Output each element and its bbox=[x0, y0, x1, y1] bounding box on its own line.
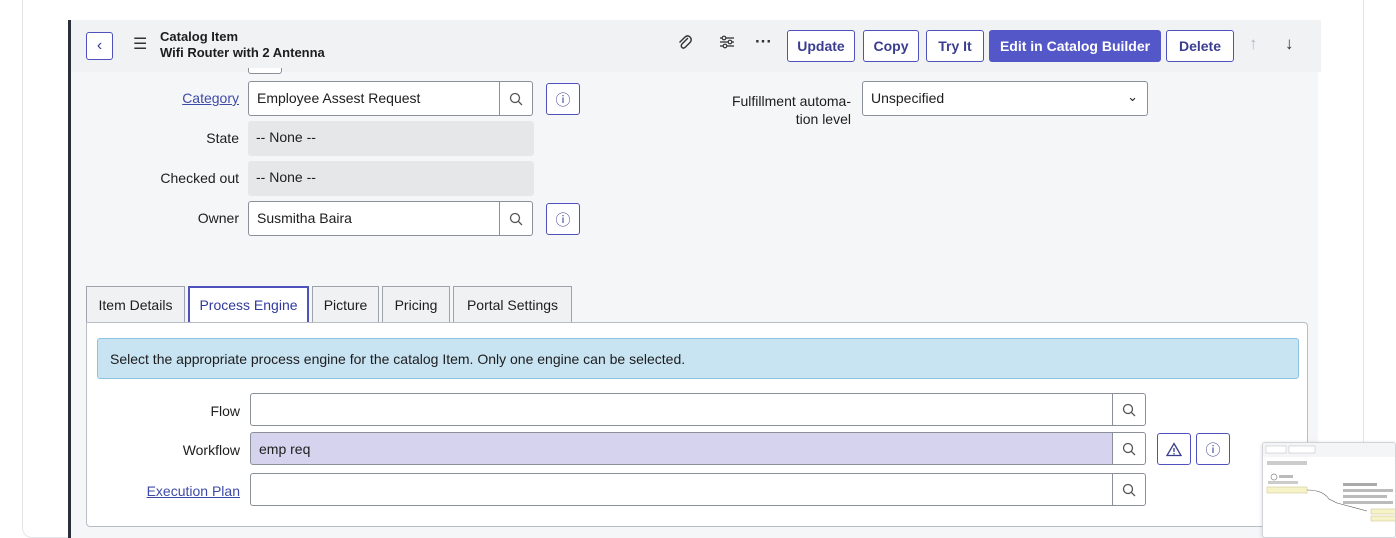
more-options-icon[interactable]: ··· bbox=[755, 32, 772, 52]
workflow-info-button[interactable]: ⓘ bbox=[1196, 433, 1230, 465]
arrow-down-icon[interactable]: ↓ bbox=[1285, 34, 1294, 54]
paperclip-icon[interactable] bbox=[677, 34, 693, 57]
record-type-label: Catalog Item bbox=[160, 29, 239, 44]
owner-field[interactable]: Susmitha Baira bbox=[248, 201, 502, 236]
fulfillment-label-line2: tion level bbox=[795, 111, 851, 127]
workflow-field[interactable]: emp req bbox=[250, 432, 1115, 465]
search-icon bbox=[1122, 442, 1136, 455]
checked-out-label: Checked out bbox=[160, 170, 239, 186]
tab-pricing[interactable]: Pricing bbox=[382, 286, 450, 322]
execution-plan-label[interactable]: Execution Plan bbox=[127, 483, 240, 499]
execution-plan-search-button[interactable] bbox=[1112, 473, 1146, 506]
back-button[interactable]: ‹ bbox=[86, 32, 113, 60]
page-title: Catalog Item Wifi Router with 2 Antenna bbox=[160, 29, 325, 61]
checked-out-field: -- None -- bbox=[248, 161, 534, 196]
copy-button[interactable]: Copy bbox=[863, 30, 919, 62]
info-icon: ⓘ bbox=[555, 211, 571, 229]
category-info-button[interactable]: ⓘ bbox=[546, 83, 580, 115]
edit-catalog-builder-button[interactable]: Edit in Catalog Builder bbox=[989, 30, 1161, 62]
owner-label: Owner bbox=[197, 210, 239, 226]
search-icon bbox=[1122, 403, 1136, 416]
warning-icon bbox=[1166, 441, 1182, 456]
workflow-search-button[interactable] bbox=[1112, 432, 1146, 465]
fulfillment-select[interactable]: Unspecified ⌄ bbox=[862, 81, 1148, 116]
state-label: State bbox=[206, 130, 239, 146]
info-icon: ⓘ bbox=[555, 91, 571, 109]
owner-info-button[interactable]: ⓘ bbox=[546, 203, 580, 235]
record-name-label: Wifi Router with 2 Antenna bbox=[160, 45, 325, 60]
arrow-up-icon[interactable]: ↑ bbox=[1249, 34, 1258, 54]
info-icon: ⓘ bbox=[1205, 441, 1221, 459]
flow-label: Flow bbox=[210, 403, 240, 419]
workflow-warning-button[interactable] bbox=[1157, 433, 1191, 465]
category-field[interactable]: Employee Assest Request bbox=[248, 81, 502, 116]
fulfillment-select-value: Unspecified bbox=[871, 90, 945, 106]
info-banner: Select the appropriate process engine fo… bbox=[97, 338, 1299, 379]
category-label[interactable]: Category bbox=[131, 90, 239, 106]
category-search-button[interactable] bbox=[499, 81, 533, 116]
execution-plan-field[interactable] bbox=[250, 473, 1115, 506]
chevron-left-icon: ‹ bbox=[96, 37, 103, 54]
tab-item-details[interactable]: Item Details bbox=[86, 286, 185, 322]
form-header: ‹ ☰ Catalog Item Wifi Router with 2 Ante… bbox=[71, 20, 1321, 72]
workflow-diagram-thumbnail bbox=[1263, 443, 1395, 522]
workflow-label: Workflow bbox=[182, 442, 240, 458]
state-field: -- None -- bbox=[248, 121, 534, 156]
search-icon bbox=[1122, 483, 1136, 496]
context-menu-icon[interactable]: ☰ bbox=[133, 34, 147, 54]
update-button[interactable]: Update bbox=[787, 30, 855, 62]
fulfillment-label: Fulfillment automa- tion level bbox=[691, 92, 851, 128]
process-engine-panel: Select the appropriate process engine fo… bbox=[86, 322, 1308, 527]
partial-button bbox=[248, 68, 282, 74]
fulfillment-label-line1: Fulfillment automa- bbox=[731, 93, 851, 109]
try-it-button[interactable]: Try It bbox=[926, 30, 984, 62]
delete-button[interactable]: Delete bbox=[1166, 30, 1234, 62]
tab-process-engine[interactable]: Process Engine bbox=[188, 286, 309, 322]
search-icon bbox=[509, 92, 523, 105]
chevron-down-icon: ⌄ bbox=[1127, 89, 1138, 104]
flow-search-button[interactable] bbox=[1112, 393, 1146, 426]
search-icon bbox=[509, 212, 523, 225]
form-container: ‹ ☰ Catalog Item Wifi Router with 2 Ante… bbox=[68, 20, 1321, 538]
workflow-preview-thumbnail[interactable] bbox=[1262, 442, 1396, 538]
tab-picture[interactable]: Picture bbox=[312, 286, 379, 322]
tab-portal-settings[interactable]: Portal Settings bbox=[453, 286, 572, 322]
flow-field[interactable] bbox=[250, 393, 1115, 426]
owner-search-button[interactable] bbox=[499, 201, 533, 236]
personalize-sliders-icon[interactable] bbox=[719, 34, 735, 55]
